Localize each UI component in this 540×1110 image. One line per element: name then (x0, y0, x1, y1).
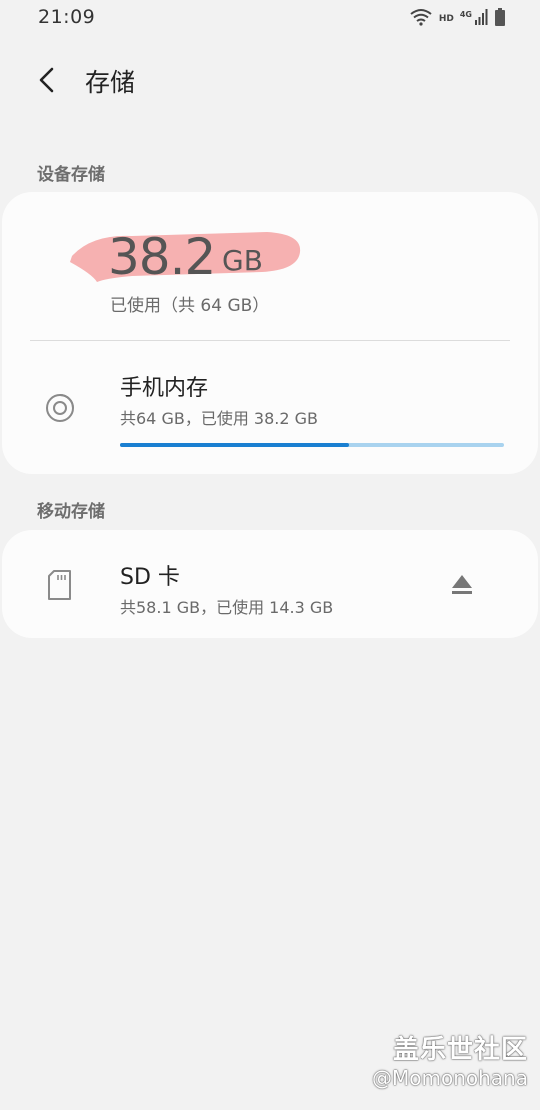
signal-icon (474, 9, 488, 29)
battery-icon (494, 8, 506, 30)
used-storage-caption: 已使用（共 64 GB） (110, 296, 270, 316)
watermark-brand: 盖乐世社区 (392, 1035, 528, 1065)
status-time: 21:09 (38, 6, 96, 28)
network-type-label: 4G (459, 9, 472, 19)
internal-storage-subtitle: 共64 GB，已使用 38.2 GB (120, 409, 318, 428)
hd-label: HD (438, 14, 454, 24)
storage-disc-icon (44, 392, 76, 428)
eject-button[interactable] (445, 568, 479, 602)
status-bar: 21:09 HD 4G (0, 0, 540, 38)
eject-icon (445, 575, 479, 606)
watermark: 盖乐世社区 @Momonohana (372, 1029, 528, 1090)
back-arrow-icon (30, 67, 66, 102)
section-title-mobile-storage: 移动存储 (37, 502, 105, 522)
page-title: 存储 (85, 68, 136, 97)
divider (30, 340, 510, 341)
internal-storage-progress-fill (120, 443, 350, 447)
status-icons: HD 4G (409, 8, 506, 30)
watermark-user: @Momonohana (372, 1066, 528, 1090)
header: 存储 (0, 50, 540, 110)
back-button[interactable] (30, 62, 66, 98)
sd-card-title: SD 卡 (120, 565, 180, 590)
internal-storage-title: 手机内存 (120, 376, 209, 401)
wifi-icon (409, 8, 433, 30)
internal-storage-progress (120, 443, 504, 447)
sd-card-icon (46, 569, 74, 605)
section-title-device-storage: 设备存储 (37, 165, 105, 185)
sd-card-subtitle: 共58.1 GB，已使用 14.3 GB (120, 598, 334, 617)
used-storage-unit: GB (222, 244, 263, 277)
used-storage-value: 38.2 (108, 228, 216, 286)
